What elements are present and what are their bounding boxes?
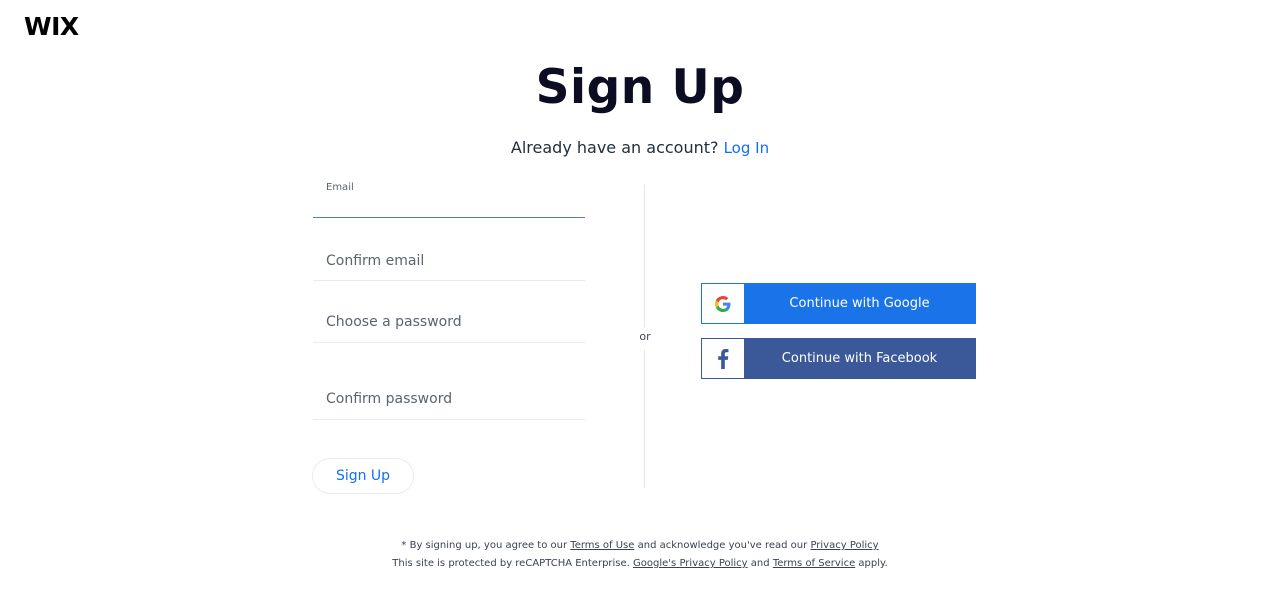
google-button-label: Continue with Google [789, 296, 930, 311]
terms-of-service-link[interactable]: Terms of Service [773, 558, 855, 569]
google-icon [702, 284, 744, 323]
email-input[interactable] [313, 196, 585, 216]
terms-notice-middle: and acknowledge you've read our [637, 540, 808, 551]
email-field[interactable]: Email [313, 178, 585, 218]
continue-with-google-button[interactable]: Continue with Google [701, 283, 976, 324]
password-field[interactable] [313, 304, 585, 343]
terms-of-use-link[interactable]: Terms of Use [570, 540, 634, 551]
divider-line-top [644, 185, 645, 327]
divider-line-bottom [644, 350, 645, 488]
page-title: Sign Up [535, 60, 745, 115]
terms-notice: * By signing up, you agree to our Terms … [0, 540, 1280, 551]
login-link[interactable]: Log In [724, 139, 770, 157]
or-separator: or [639, 330, 651, 343]
terms-notice-prefix: * By signing up, you agree to our [401, 540, 568, 551]
recaptcha-notice-suffix: apply. [858, 558, 888, 569]
google-privacy-policy-link[interactable]: Google's Privacy Policy [633, 558, 748, 569]
login-prompt-text: Already have an account? [510, 138, 719, 157]
confirm-password-field[interactable] [313, 381, 585, 420]
continue-with-facebook-button[interactable]: Continue with Facebook [701, 338, 976, 379]
recaptcha-notice-middle: and [750, 558, 770, 569]
sign-up-button[interactable]: Sign Up [312, 458, 414, 494]
wix-logo[interactable]: WIX [24, 12, 79, 41]
facebook-button-label: Continue with Facebook [781, 351, 938, 366]
confirm-password-input[interactable] [313, 381, 585, 417]
confirm-email-input[interactable] [313, 242, 585, 278]
privacy-policy-link[interactable]: Privacy Policy [810, 540, 878, 551]
email-label: Email [326, 182, 354, 193]
confirm-email-field[interactable] [313, 242, 585, 281]
recaptcha-notice-prefix: This site is protected by reCAPTCHA Ente… [392, 558, 630, 569]
recaptcha-notice: This site is protected by reCAPTCHA Ente… [0, 558, 1280, 569]
password-input[interactable] [313, 304, 585, 340]
facebook-icon [702, 339, 744, 378]
login-prompt: Already have an account? Log In [0, 138, 1280, 157]
